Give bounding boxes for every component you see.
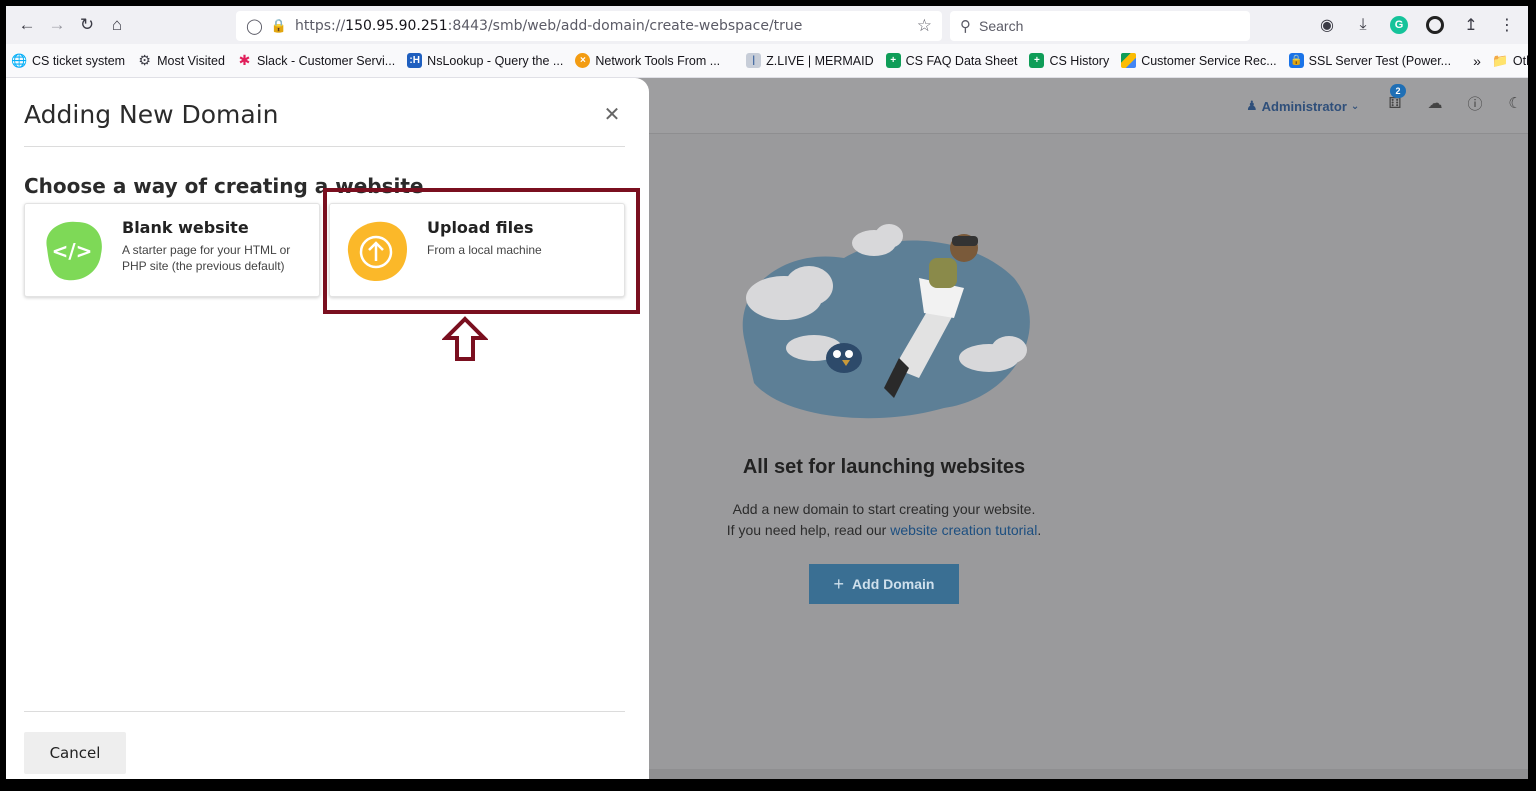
notification-badge: 2 xyxy=(1390,84,1406,98)
download-icon[interactable]: ⤓ xyxy=(1352,14,1374,36)
gear-icon: ⚙ xyxy=(138,52,151,68)
forward-icon[interactable]: → xyxy=(42,10,72,40)
notifications-icon[interactable]: ⚅ 2 xyxy=(1384,84,1406,114)
lock-icon: 🔒 xyxy=(270,18,287,34)
bookmark-item[interactable]: ✱ Slack - Customer Servi... xyxy=(231,49,401,73)
bookmark-item[interactable]: Customer Service Rec... xyxy=(1115,49,1282,73)
home-icon[interactable]: ⌂ xyxy=(102,10,132,40)
card-title: Blank website xyxy=(122,218,249,237)
sheets-icon: + xyxy=(885,53,901,68)
pocket-icon[interactable]: ◉ xyxy=(1316,14,1338,36)
address-bar[interactable]: ◯ 🔒 https://150.95.90.251:8443/smb/web/a… xyxy=(236,11,942,41)
dialog-title: Adding New Domain xyxy=(24,100,279,129)
divider xyxy=(24,711,625,712)
bookmark-item[interactable]: 🔒 SSL Server Test (Power... xyxy=(1283,49,1457,73)
bookmark-item[interactable]: ⚙ Most Visited xyxy=(131,49,231,73)
browser-window: ← → ↻ ⌂ ◯ 🔒 https://150.95.90.251:8443/s… xyxy=(6,6,1528,779)
plus-icon: + xyxy=(833,573,845,594)
share-icon[interactable]: ↥ xyxy=(1460,14,1482,36)
sheets-icon: + xyxy=(1029,53,1045,68)
add-domain-button[interactable]: + Add Domain xyxy=(809,564,959,604)
globe-icon: 🌐 xyxy=(11,52,28,68)
extension-icon[interactable] xyxy=(1424,14,1446,36)
bookmark-star-icon[interactable]: ☆ xyxy=(917,16,932,36)
drive-icon xyxy=(1121,53,1137,68)
other-bookmarks[interactable]: 📁Other Bookma xyxy=(1487,49,1528,73)
header-icons: ⚅ 2 ☁ ⓘ ☾ xyxy=(1384,84,1526,114)
cloud-icon[interactable]: ☁ xyxy=(1424,92,1446,114)
divider xyxy=(24,146,625,147)
close-icon[interactable]: ✕ xyxy=(600,102,624,126)
search-placeholder: Search xyxy=(979,18,1024,34)
tutorial-link[interactable]: website creation tutorial xyxy=(890,522,1037,538)
browser-toolbar: ← → ↻ ⌂ ◯ 🔒 https://150.95.90.251:8443/s… xyxy=(6,6,1528,44)
reload-icon[interactable]: ↻ xyxy=(72,10,102,40)
back-icon[interactable]: ← xyxy=(12,10,42,40)
empty-state-title: All set for launching websites xyxy=(742,456,1026,478)
bookmark-item[interactable]: + CS History xyxy=(1023,49,1115,73)
bookmark-item[interactable]: :H NsLookup - Query the ... xyxy=(401,49,569,73)
bookmarks-bar: 🌐 CS ticket system ⚙ Most Visited ✱ Slack -… xyxy=(6,44,1528,78)
annotation-highlight-box xyxy=(323,188,640,314)
bookmark-item[interactable]: 🌐 CS ticket system xyxy=(6,49,131,73)
nslookup-icon: :H xyxy=(407,53,423,68)
user-icon: ♟ xyxy=(1246,98,1258,113)
dark-mode-icon[interactable]: ☾ xyxy=(1504,92,1526,114)
shield-icon: ◯ xyxy=(246,17,263,35)
menu-icon[interactable]: ⋮ xyxy=(1496,14,1518,36)
bookmark-item[interactable]: × Network Tools From ... xyxy=(569,49,726,73)
bookmark-item[interactable]: | Z.LIVE | MERMAID xyxy=(740,49,879,73)
toolbar-actions: ◉ ⤓ G ↥ ⋮ xyxy=(1316,6,1528,44)
network-tools-icon: × xyxy=(575,53,591,68)
bookmarks-overflow-icon[interactable]: » xyxy=(1467,49,1487,73)
grammarly-icon[interactable]: G xyxy=(1388,14,1410,36)
slack-icon: ✱ xyxy=(238,52,251,68)
ssl-icon: 🔒 xyxy=(1288,53,1304,68)
blank-website-card[interactable]: </> Blank website A starter page for you… xyxy=(24,203,320,297)
search-input[interactable]: ⚲ Search xyxy=(950,11,1250,41)
card-description: A starter page for your HTML or PHP site… xyxy=(122,243,291,273)
help-icon[interactable]: ⓘ xyxy=(1464,92,1486,114)
svg-text:</>: </> xyxy=(52,239,93,263)
folder-icon: 📁 xyxy=(1492,52,1509,68)
zlive-icon: | xyxy=(746,53,762,68)
illustration xyxy=(742,224,1030,419)
bookmark-item[interactable]: + CS FAQ Data Sheet xyxy=(880,49,1024,73)
empty-state-text: Add a new domain to start creating your … xyxy=(726,501,1042,538)
code-icon: </> xyxy=(46,221,102,281)
url-text: https://150.95.90.251:8443/smb/web/add-d… xyxy=(294,18,803,34)
search-icon: ⚲ xyxy=(960,18,971,35)
annotation-arrow-icon xyxy=(442,316,488,361)
chevron-down-icon: ⌄ xyxy=(1350,100,1360,112)
add-domain-dialog: Adding New Domain ✕ Choose a way of crea… xyxy=(6,78,649,779)
user-menu[interactable]: ♟ Administrator ⌄ xyxy=(1246,98,1359,114)
cancel-button[interactable]: Cancel xyxy=(24,732,126,774)
